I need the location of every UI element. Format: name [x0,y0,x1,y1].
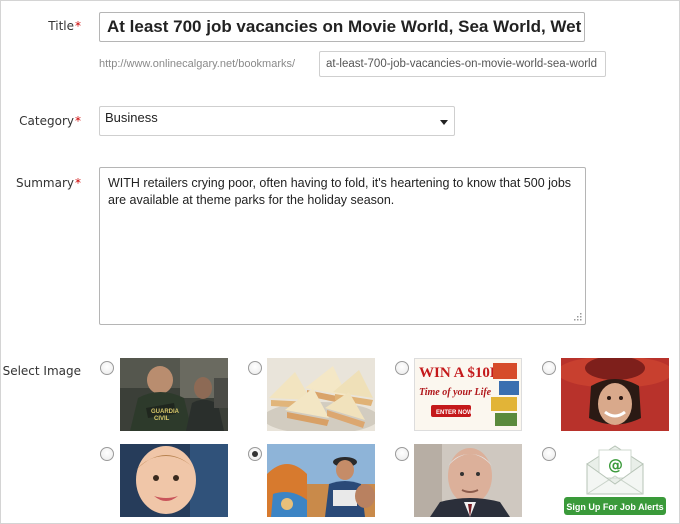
ad-enter-button: ENTER NOW [436,410,473,416]
category-label-text: Category [19,114,74,128]
svg-text:@: @ [608,456,623,474]
image-radio-7[interactable] [395,447,409,461]
ad-time-text: Time of your Life [419,387,492,398]
toddler-photo[interactable] [120,444,228,517]
title-input[interactable]: At least 700 job vacancies on Movie Worl… [99,12,585,42]
svg-text:GUARDIA: GUARDIA [151,409,180,415]
woman-sombrero-photo[interactable] [561,358,669,431]
slug-input[interactable]: at-least-700-job-vacancies-on-movie-worl… [319,51,606,77]
job-alerts-ad[interactable]: @ Sign Up For Job Alerts [561,444,669,517]
required-mark: * [75,19,81,33]
category-label: Category* [19,114,81,128]
image-radio-1[interactable] [100,361,114,375]
image-radio-2[interactable] [248,361,262,375]
title-label: Title* [48,19,81,33]
image-radio-5[interactable] [100,447,114,461]
summary-textarea[interactable]: WITH retailers crying poor, often having… [99,167,586,325]
category-select-value: Business [105,110,158,125]
summary-label-text: Summary [16,176,74,190]
sandwiches-photo[interactable] [267,358,375,431]
older-man-photo[interactable] [414,444,522,517]
summary-text: WITH retailers crying poor, often having… [108,176,572,207]
select-image-label: Select Image [2,364,81,378]
title-label-text: Title [48,19,74,33]
image-radio-6[interactable] [248,447,262,461]
category-select[interactable]: Business [99,106,455,136]
url-prefix: http://www.onlinecalgary.net/bookmarks/ [99,58,296,70]
image-radio-4[interactable] [542,361,556,375]
required-mark: * [75,114,81,128]
bookmark-form: Title* At least 700 job vacancies on Mov… [0,0,680,524]
resize-grip-icon[interactable] [573,312,582,321]
svg-text:CIVIL: CIVIL [154,416,170,422]
theme-park-photo[interactable] [267,444,375,517]
image-radio-3[interactable] [395,361,409,375]
image-radio-8[interactable] [542,447,556,461]
required-mark: * [75,176,81,190]
win-time-of-your-life-ad[interactable]: WIN A $10K* Time of your Life ENTER NOW [414,358,522,431]
job-alerts-button-text: Sign Up For Job Alerts [566,502,663,512]
chevron-down-icon [440,120,448,125]
guardia-civil-photo[interactable]: GUARDIA CIVIL [120,358,228,431]
summary-label: Summary* [16,176,81,190]
